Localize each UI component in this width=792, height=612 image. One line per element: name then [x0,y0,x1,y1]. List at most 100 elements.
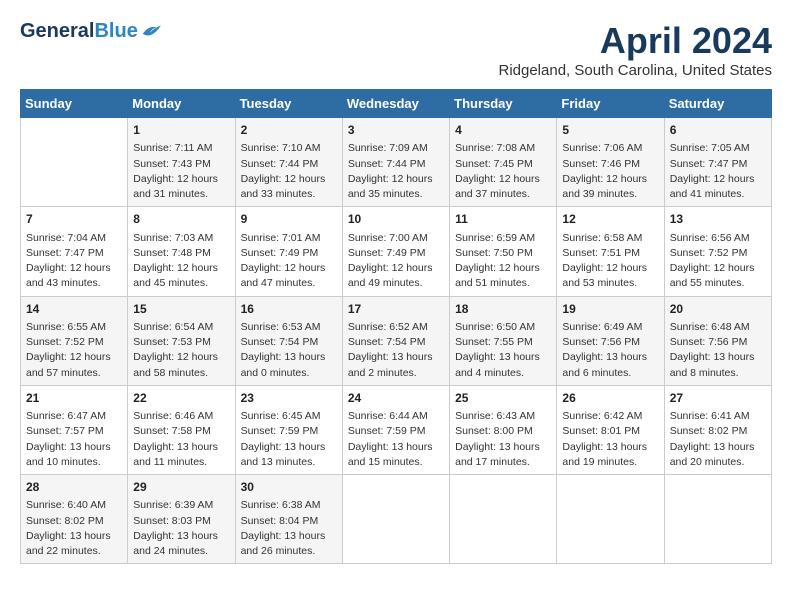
calendar-cell: 14 Sunrise: 6:55 AM Sunset: 7:52 PM Dayli… [21,296,128,385]
day-number: 26 [562,390,658,407]
calendar-cell: 2 Sunrise: 7:10 AM Sunset: 7:44 PM Daylig… [235,118,342,207]
day-info: Sunrise: 6:38 AM Sunset: 8:04 PM Dayligh… [241,498,337,559]
day-number: 15 [133,301,229,318]
day-info: Sunrise: 6:49 AM Sunset: 7:56 PM Dayligh… [562,320,658,381]
day-number: 23 [241,390,337,407]
calendar-cell: 16Sunrise: 6:53 AM Sunset: 7:54 PM Dayli… [235,296,342,385]
day-number: 19 [562,301,658,318]
day-info: Sunrise: 6:44 AM Sunset: 7:59 PM Dayligh… [348,409,444,470]
calendar-cell: 3 Sunrise: 7:09 AM Sunset: 7:44 PM Daylig… [342,118,449,207]
calendar-cell: 4 Sunrise: 7:08 AM Sunset: 7:45 PM Daylig… [450,118,557,207]
day-info: Sunrise: 7:04 AM Sunset: 7:47 PM Dayligh… [26,231,122,292]
day-number: 13 [670,211,766,228]
calendar-cell: 25Sunrise: 6:43 AM Sunset: 8:00 PM Dayli… [450,385,557,474]
calendar-cell: 15 Sunrise: 6:54 AM Sunset: 7:53 PM Dayli… [128,296,235,385]
month-title: April 2024 [498,20,772,62]
day-info: Sunrise: 6:48 AM Sunset: 7:56 PM Dayligh… [670,320,766,381]
logo-bird-icon [140,20,162,42]
weekday-header-sunday: Sunday [21,90,128,118]
day-info: Sunrise: 6:42 AM Sunset: 8:01 PM Dayligh… [562,409,658,470]
calendar-cell: 9 Sunrise: 7:01 AM Sunset: 7:49 PM Daylig… [235,207,342,296]
day-number: 21 [26,390,122,407]
day-number: 4 [455,122,551,139]
calendar-cell: 11 Sunrise: 6:59 AM Sunset: 7:50 PM Dayli… [450,207,557,296]
day-number: 8 [133,211,229,228]
day-number: 24 [348,390,444,407]
day-info: Sunrise: 6:41 AM Sunset: 8:02 PM Dayligh… [670,409,766,470]
weekday-header-wednesday: Wednesday [342,90,449,118]
day-info: Sunrise: 6:50 AM Sunset: 7:55 PM Dayligh… [455,320,551,381]
calendar-cell: 23Sunrise: 6:45 AM Sunset: 7:59 PM Dayli… [235,385,342,474]
calendar-cell: 29 Sunrise: 6:39 AM Sunset: 8:03 PM Dayli… [128,475,235,564]
calendar-cell: 6 Sunrise: 7:05 AM Sunset: 7:47 PM Daylig… [664,118,771,207]
day-info: Sunrise: 7:05 AM Sunset: 7:47 PM Dayligh… [670,141,766,202]
day-info: Sunrise: 7:00 AM Sunset: 7:49 PM Dayligh… [348,231,444,292]
day-number: 29 [133,479,229,496]
day-info: Sunrise: 7:01 AM Sunset: 7:49 PM Dayligh… [241,231,337,292]
weekday-header-monday: Monday [128,90,235,118]
day-number: 22 [133,390,229,407]
day-info: Sunrise: 6:52 AM Sunset: 7:54 PM Dayligh… [348,320,444,381]
day-info: Sunrise: 7:09 AM Sunset: 7:44 PM Dayligh… [348,141,444,202]
calendar-cell [664,475,771,564]
day-number: 6 [670,122,766,139]
calendar-cell: 10 Sunrise: 7:00 AM Sunset: 7:49 PM Dayli… [342,207,449,296]
page-header: GeneralBlue April 2024 Ridgeland, South … [20,20,772,79]
day-info: Sunrise: 6:59 AM Sunset: 7:50 PM Dayligh… [455,231,551,292]
day-number: 7 [26,211,122,228]
calendar-cell [450,475,557,564]
day-number: 10 [348,211,444,228]
day-info: Sunrise: 6:55 AM Sunset: 7:52 PM Dayligh… [26,320,122,381]
weekday-header-friday: Friday [557,90,664,118]
calendar-cell [557,475,664,564]
calendar-cell: 21Sunrise: 6:47 AM Sunset: 7:57 PM Dayli… [21,385,128,474]
calendar-cell: 12 Sunrise: 6:58 AM Sunset: 7:51 PM Dayli… [557,207,664,296]
calendar-cell: 22Sunrise: 6:46 AM Sunset: 7:58 PM Dayli… [128,385,235,474]
day-number: 18 [455,301,551,318]
day-info: Sunrise: 6:54 AM Sunset: 7:53 PM Dayligh… [133,320,229,381]
day-info: Sunrise: 7:06 AM Sunset: 7:46 PM Dayligh… [562,141,658,202]
logo-general: GeneralBlue [20,21,138,41]
calendar-cell [342,475,449,564]
day-number: 9 [241,211,337,228]
day-number: 11 [455,211,551,228]
calendar-cell: 1 Sunrise: 7:11 AM Sunset: 7:43 PM Daylig… [128,118,235,207]
day-info: Sunrise: 7:08 AM Sunset: 7:45 PM Dayligh… [455,141,551,202]
calendar-cell: 26 Sunrise: 6:42 AM Sunset: 8:01 PM Dayli… [557,385,664,474]
calendar-table: SundayMondayTuesdayWednesdayThursdayFrid… [20,89,772,564]
calendar-cell: 30 Sunrise: 6:38 AM Sunset: 8:04 PM Dayli… [235,475,342,564]
weekday-header-thursday: Thursday [450,90,557,118]
calendar-cell: 28Sunrise: 6:40 AM Sunset: 8:02 PM Dayli… [21,475,128,564]
weekday-header-tuesday: Tuesday [235,90,342,118]
calendar-cell: 8Sunrise: 7:03 AM Sunset: 7:48 PM Daylig… [128,207,235,296]
title-block: April 2024 Ridgeland, South Carolina, Un… [498,20,772,79]
day-info: Sunrise: 7:11 AM Sunset: 7:43 PM Dayligh… [133,141,229,202]
day-number: 27 [670,390,766,407]
calendar-cell: 18 Sunrise: 6:50 AM Sunset: 7:55 PM Dayli… [450,296,557,385]
day-number: 1 [133,122,229,139]
calendar-cell: 5 Sunrise: 7:06 AM Sunset: 7:46 PM Daylig… [557,118,664,207]
day-number: 5 [562,122,658,139]
day-number: 30 [241,479,337,496]
day-number: 3 [348,122,444,139]
weekday-header-saturday: Saturday [664,90,771,118]
calendar-cell: 17 Sunrise: 6:52 AM Sunset: 7:54 PM Dayli… [342,296,449,385]
day-number: 12 [562,211,658,228]
logo: GeneralBlue [20,20,162,42]
calendar-cell: 7 Sunrise: 7:04 AM Sunset: 7:47 PM Daylig… [21,207,128,296]
calendar-cell: 27 Sunrise: 6:41 AM Sunset: 8:02 PM Dayli… [664,385,771,474]
day-info: Sunrise: 7:10 AM Sunset: 7:44 PM Dayligh… [241,141,337,202]
day-info: Sunrise: 6:39 AM Sunset: 8:03 PM Dayligh… [133,498,229,559]
day-number: 2 [241,122,337,139]
day-number: 17 [348,301,444,318]
day-info: Sunrise: 6:43 AM Sunset: 8:00 PM Dayligh… [455,409,551,470]
day-number: 28 [26,479,122,496]
calendar-cell: 24 Sunrise: 6:44 AM Sunset: 7:59 PM Dayli… [342,385,449,474]
location: Ridgeland, South Carolina, United States [498,62,772,79]
calendar-cell: 13 Sunrise: 6:56 AM Sunset: 7:52 PM Dayli… [664,207,771,296]
day-number: 16 [241,301,337,318]
day-info: Sunrise: 6:56 AM Sunset: 7:52 PM Dayligh… [670,231,766,292]
calendar-cell [21,118,128,207]
day-number: 14 [26,301,122,318]
day-info: Sunrise: 6:58 AM Sunset: 7:51 PM Dayligh… [562,231,658,292]
